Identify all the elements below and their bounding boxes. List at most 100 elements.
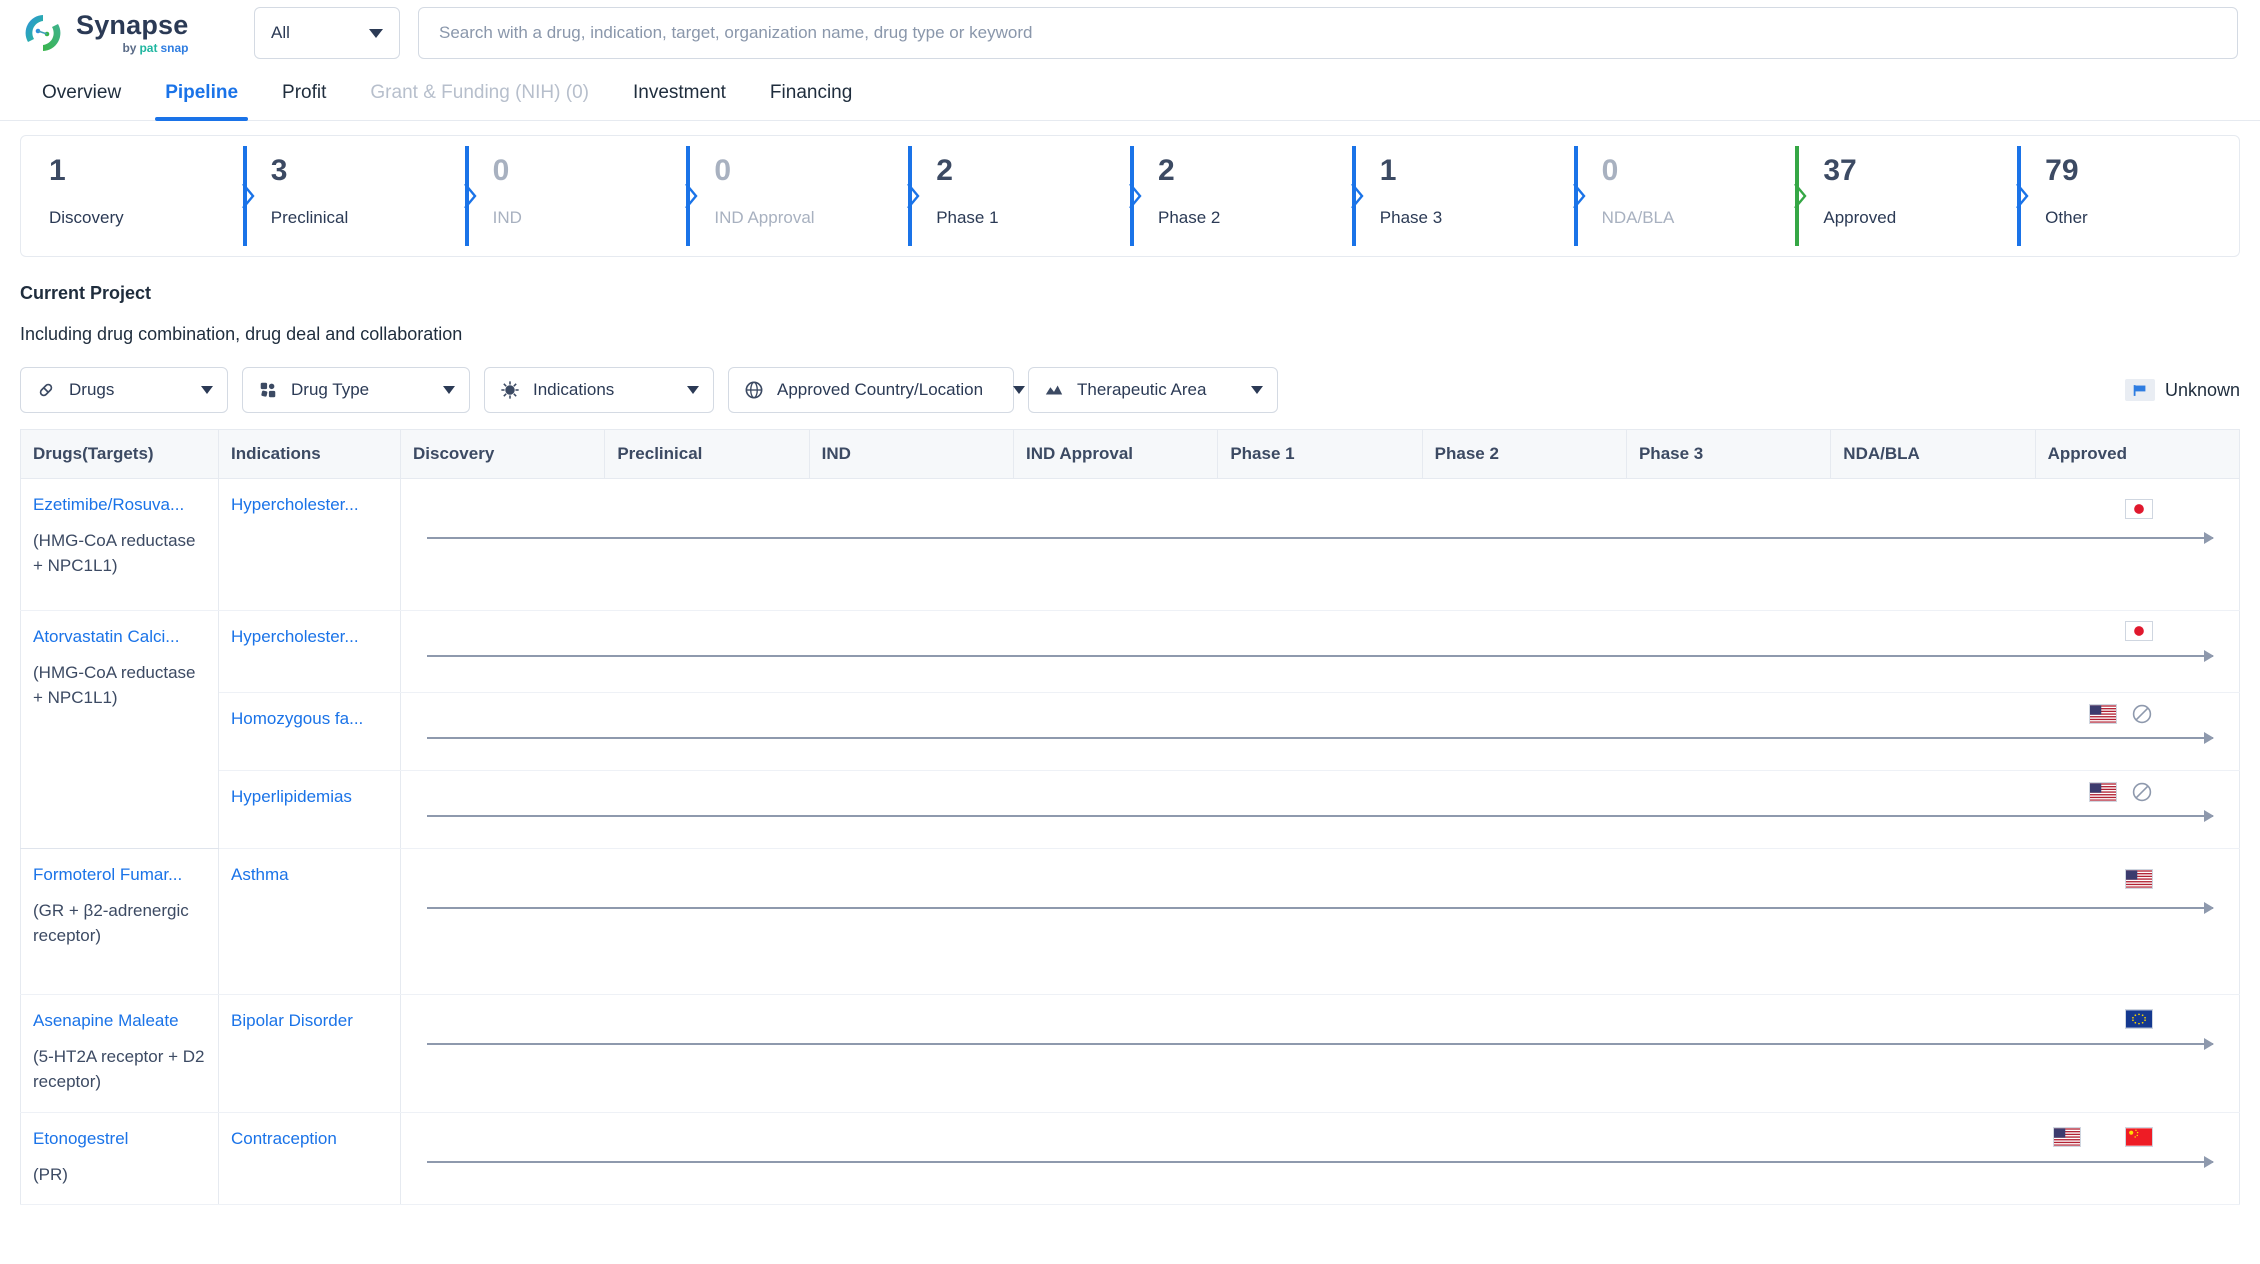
table-row: Hyperlipidemias: [20, 770, 2240, 849]
brand-pat: pat: [139, 41, 158, 55]
col-drugs-targets[interactable]: Drugs(Targets): [20, 429, 219, 479]
main-tabs: Overview Pipeline Profit Grant & Funding…: [0, 66, 2260, 121]
progress-track: [427, 650, 2214, 662]
brand-snap: snap: [160, 41, 189, 55]
chevron-right-icon: [685, 183, 698, 209]
chevron-down-icon: [1013, 386, 1026, 394]
chevron-right-icon: [1794, 183, 1807, 209]
col-phase-1[interactable]: Phase 1: [1217, 429, 1423, 479]
indication-link[interactable]: Bipolar Disorder: [231, 1009, 388, 1034]
col-ind-approval[interactable]: IND Approval: [1013, 429, 1219, 479]
stat-discovery[interactable]: 1 Discovery: [21, 136, 243, 256]
stat-ind-approval[interactable]: 0 IND Approval: [685, 136, 908, 256]
stat-nda-bla[interactable]: 0 NDA/BLA: [1572, 136, 1796, 256]
approval-flags: [2053, 1127, 2153, 1147]
globe-icon: [743, 379, 765, 401]
virus-icon: [499, 379, 521, 401]
chevron-down-icon: [687, 386, 699, 394]
chevron-right-icon: [1572, 183, 1586, 209]
chevron-down-icon: [1251, 386, 1263, 394]
search-input[interactable]: [439, 23, 2217, 43]
filter-label: Indications: [533, 380, 615, 399]
app-header: Synapse by pat snap All: [0, 0, 2260, 66]
tab-grant-funding: Grant & Funding (NIH) (0): [370, 82, 589, 103]
timeline-cell: [400, 1112, 2240, 1205]
col-phase-2[interactable]: Phase 2: [1422, 429, 1627, 479]
filter-approved-country[interactable]: Approved Country/Location: [728, 367, 1026, 413]
col-preclinical[interactable]: Preclinical: [604, 429, 810, 479]
tab-pipeline[interactable]: Pipeline: [143, 66, 260, 121]
chevron-right-icon: [463, 183, 477, 209]
table-header-row: Drugs(Targets) Indications Discovery Pre…: [20, 429, 2240, 479]
filter-therapeutic-area[interactable]: Therapeutic Area: [1028, 367, 1278, 413]
phase-stats-bar: 1 Discovery 3 Preclinical 0 IND 0 IND Ap…: [20, 135, 2240, 257]
chevron-right-icon: [1129, 183, 1142, 209]
stat-label: Phase 3: [1379, 208, 1443, 227]
indication-link[interactable]: Contraception: [231, 1127, 388, 1152]
indication-cell: Homozygous fa...: [218, 692, 401, 771]
chevron-down-icon: [443, 386, 455, 394]
stat-phase-3[interactable]: 1 Phase 3: [1350, 136, 1574, 256]
china-flag-icon: [2125, 1127, 2153, 1147]
progress-track: [427, 1156, 2214, 1168]
not-approved-icon: [2132, 704, 2152, 724]
indication-cell: Hyperlipidemias: [218, 770, 401, 849]
filter-label: Drug Type: [291, 380, 370, 399]
drug-name-link[interactable]: Asenapine Maleate: [33, 1009, 206, 1034]
indication-link[interactable]: Hypercholester...: [231, 625, 388, 650]
drug-targets: (HMG-CoA reductase + NPC1L1): [33, 662, 196, 708]
stat-count: 1: [1379, 154, 1397, 187]
timeline-cell: [400, 994, 2240, 1113]
approval-flags: [2125, 499, 2153, 519]
flag-icon: [2124, 379, 2155, 401]
stat-count: 0: [492, 154, 510, 187]
col-discovery[interactable]: Discovery: [400, 429, 606, 479]
stat-label: Preclinical: [270, 208, 349, 227]
indication-link[interactable]: Hyperlipidemias: [231, 785, 388, 810]
stat-preclinical[interactable]: 3 Preclinical: [241, 136, 465, 256]
stat-phase-1[interactable]: 2 Phase 1: [907, 136, 1130, 256]
filter-drugs[interactable]: Drugs: [20, 367, 228, 413]
col-nda-bla[interactable]: NDA/BLA: [1830, 429, 2036, 479]
indication-link[interactable]: Homozygous fa...: [231, 707, 388, 732]
drug-name-link[interactable]: Etonogestrel: [33, 1127, 206, 1152]
search-scope-select[interactable]: All: [254, 7, 400, 59]
filter-drug-type[interactable]: Drug Type: [242, 367, 470, 413]
col-ind[interactable]: IND: [809, 429, 1014, 479]
stat-label: Phase 2: [1157, 208, 1221, 227]
stat-phase-2[interactable]: 2 Phase 2: [1129, 136, 1352, 256]
filter-label: Therapeutic Area: [1077, 380, 1207, 399]
section-title: Current Project: [20, 283, 152, 303]
indication-link[interactable]: Asthma: [231, 863, 388, 888]
stat-count: 37: [1823, 154, 1857, 187]
stat-ind[interactable]: 0 IND: [463, 136, 687, 256]
filter-indications[interactable]: Indications: [484, 367, 714, 413]
tab-investment[interactable]: Investment: [611, 66, 748, 120]
search-bar[interactable]: [418, 7, 2238, 59]
tab-overview[interactable]: Overview: [22, 66, 143, 120]
eu-flag-icon: [2125, 1009, 2153, 1029]
col-phase-3[interactable]: Phase 3: [1626, 429, 1832, 479]
tab-financing[interactable]: Financing: [748, 66, 874, 120]
brand-logo[interactable]: Synapse by pat snap: [22, 12, 232, 54]
stat-label: Discovery: [49, 208, 124, 227]
pill-icon: [35, 379, 57, 401]
stat-other[interactable]: 79 Other: [2016, 136, 2239, 256]
stat-label: IND Approval: [714, 208, 815, 227]
synapse-logo-icon: [22, 12, 64, 54]
stat-approved[interactable]: 37 Approved: [1794, 136, 2017, 256]
indication-cell: Asthma: [218, 848, 401, 995]
col-indications[interactable]: Indications: [218, 429, 401, 479]
drug-targets: (GR + β2-adrenergic receptor): [33, 900, 189, 946]
drug-targets: (PR): [33, 1164, 68, 1184]
drug-name-link[interactable]: Atorvastatin Calci...: [33, 625, 206, 650]
drug-name-link[interactable]: Formoterol Fumar...: [33, 863, 206, 888]
col-approved[interactable]: Approved: [2035, 429, 2240, 479]
drug-cell: Etonogestrel (PR): [20, 1112, 219, 1205]
stat-count: 3: [270, 154, 288, 187]
drug-name-link[interactable]: Ezetimibe/Rosuva...: [33, 493, 206, 518]
indication-link[interactable]: Hypercholester...: [231, 493, 388, 518]
stat-label: NDA/BLA: [1601, 208, 1675, 227]
brand-by: by: [122, 41, 137, 55]
tab-profit[interactable]: Profit: [260, 66, 348, 120]
